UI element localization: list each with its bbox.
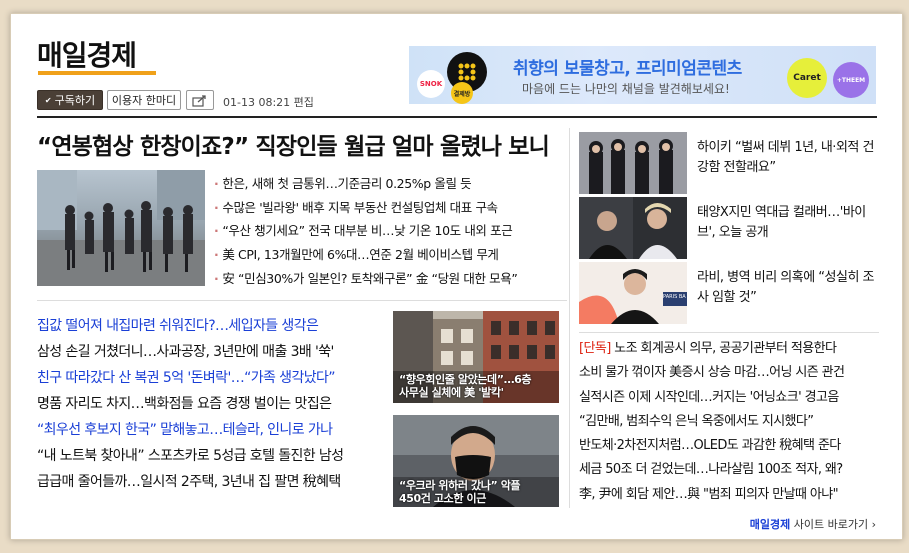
photo-sign-text: PARIS BA [663, 294, 686, 300]
photo-girl-group [579, 132, 687, 194]
news-row[interactable]: 삼성 손길 거쳤더니…사과공장, 3년만에 매출 3배 '쑥' [37, 339, 385, 365]
news-row[interactable]: 집값 떨어져 내집마련 쉬워진다?…세입자들 생각은 [37, 313, 385, 339]
news-row[interactable]: 실적시즌 이제 시작인데…커지는 '어닝쇼크' 경고음 [579, 386, 879, 410]
premium-content-banner[interactable]: SNOK 결제방 취향의 보물창고, 프리미엄콘텐츠 마음에 드는 나만의 채널… [409, 46, 876, 104]
side-article-title: 태양X지민 역대급 컬래버…'바이브', 오늘 공개 [697, 205, 866, 240]
side-article-title: 하이키 “벌써 데뷔 1년, 내·외적 건강함 전할래요” [697, 140, 874, 175]
news-row-exclusive[interactable]: [단독] 노조 회계공시 의무, 공공기관부터 적용한다 [579, 337, 879, 361]
widget-frame: 매일경제 ✔ 구독하기 이용자 한마디 01-13 08:21 편집 SNOK … [10, 13, 903, 540]
logo-underline [38, 71, 156, 75]
right-divider [579, 332, 879, 333]
news-row[interactable]: 급급매 줄어들까…일시적 2주택, 3년내 집 팔면 稅혜택 [37, 469, 385, 495]
news-row[interactable]: 반도체·2차전지처럼…OLED도 과감한 稅혜택 준다 [579, 434, 879, 458]
site-logo[interactable]: 매일경제 [37, 34, 137, 74]
thumb-caption: “우크라 위하러 갔나” 악플 450건 고소한 이근 [399, 479, 521, 505]
photo-ravi: PARIS BA [579, 262, 687, 324]
photo-taeyang-jimin [579, 197, 687, 259]
subscribe-button[interactable]: ✔ 구독하기 [37, 90, 103, 110]
badge-payment: 결제방 [451, 82, 473, 104]
footer-link-text: 사이트 바로가기 › [790, 518, 876, 531]
user-comment-button[interactable]: 이용자 한마디 [107, 90, 181, 110]
badge-snok: SNOK [417, 70, 445, 98]
section-divider [37, 300, 567, 301]
column-divider [569, 128, 570, 508]
main-photo-commuters[interactable] [37, 170, 205, 286]
side-article-hikey[interactable]: 하이키 “벌써 데뷔 1년, 내·외적 건강함 전할래요” [579, 132, 879, 194]
badge-caret: Caret [787, 58, 827, 98]
exclusive-tag: [단독] [579, 341, 611, 356]
related-item[interactable]: 수많은 '빌라왕' 배후 지목 부동산 컨설팅업체 대표 구속 [214, 197, 517, 221]
related-item[interactable]: “우산 챙기세요” 전국 대부분 비…낮 기온 10도 내외 포근 [214, 220, 517, 244]
thumb-caption: “향우회인줄 알았는데”…6층 사무실 실체에 美 '발칵' [399, 373, 532, 399]
news-row[interactable]: “내 노트북 찾아내” 스포츠카로 5성급 호텔 돌진한 남성 [37, 443, 385, 469]
share-icon [192, 94, 206, 107]
edit-datetime: 01-13 08:21 편집 [223, 96, 314, 109]
news-row[interactable]: 친구 따라갔다 산 복권 5억 '돈벼락'…“가족 생각났다” [37, 365, 385, 391]
news-row[interactable]: 명품 자리도 차지…백화점들 요즘 경쟁 벌이는 맛집은 [37, 391, 385, 417]
main-headline[interactable]: “연봉협상 한창이죠?” 직장인들 월급 얼마 올렸나 보니 [37, 127, 550, 161]
news-row[interactable]: 소비 물가 꺾이자 美증시 상승 마감…어닝 시즌 관건 [579, 361, 879, 385]
thumb-building-story[interactable]: “향우회인줄 알았는데”…6층 사무실 실체에 美 '발칵' [393, 311, 559, 403]
banner-title: 취향의 보물창고, 프리미엄콘텐츠 [513, 59, 742, 79]
side-article-taeyang[interactable]: 태양X지민 역대급 컬래버…'바이브', 오늘 공개 [579, 197, 879, 259]
related-item[interactable]: 美 CPI, 13개월만에 6%대…연준 2월 베이비스텝 무게 [214, 244, 517, 268]
news-row[interactable]: 李, 尹에 회담 제안…與 "범죄 피의자 만날때 아냐" [579, 483, 879, 507]
check-icon: ✔ [44, 95, 52, 105]
site-shortcut-link[interactable]: 매일경제 사이트 바로가기 › [750, 516, 876, 532]
badge-theem: +THEEM [833, 62, 869, 98]
footer-brand: 매일경제 [749, 518, 791, 531]
subscribe-label: 구독하기 [54, 94, 96, 107]
headline-related-list: 한은, 새해 첫 금통위…기준금리 0.25%p 올릴 듯 수많은 '빌라왕' … [214, 173, 517, 291]
thumb-masked-man[interactable]: “우크라 위하러 갔나” 악플 450건 고소한 이근 [393, 415, 559, 507]
news-list: 집값 떨어져 내집마련 쉬워진다?…세입자들 생각은 삼성 손길 거쳤더니…사과… [37, 313, 385, 495]
news-row[interactable]: “김만배, 범죄수익 은닉 옥중에서도 지시했다” [579, 410, 879, 434]
right-news-list: [단독] 노조 회계공시 의무, 공공기관부터 적용한다 소비 물가 꺾이자 美… [579, 337, 879, 507]
news-text: 노조 회계공시 의무, 공공기관부터 적용한다 [610, 341, 837, 356]
related-item[interactable]: 安 “민심30%가 일본인? 토착왜구론” 金 “당원 대한 모욕” [214, 268, 517, 292]
side-article-title: 라비, 병역 비리 의혹에 “성실히 조사 임할 것” [697, 270, 875, 305]
related-item[interactable]: 한은, 새해 첫 금통위…기준금리 0.25%p 올릴 듯 [214, 173, 517, 197]
top-rule [37, 116, 877, 118]
news-row[interactable]: 세금 50조 더 걷었는데…나라살림 100조 적자, 왜? [579, 458, 879, 482]
banner-subtitle: 마음에 드는 나만의 채널을 발견해보세요! [522, 82, 730, 96]
side-article-ravi[interactable]: PARIS BA 라비, 병역 비리 의혹에 “성실히 조사 임할 것” [579, 262, 879, 324]
news-row[interactable]: “최우선 후보지 한국” 말해놓고…테슬라, 인니로 가나 [37, 417, 385, 443]
share-button[interactable] [186, 90, 214, 110]
